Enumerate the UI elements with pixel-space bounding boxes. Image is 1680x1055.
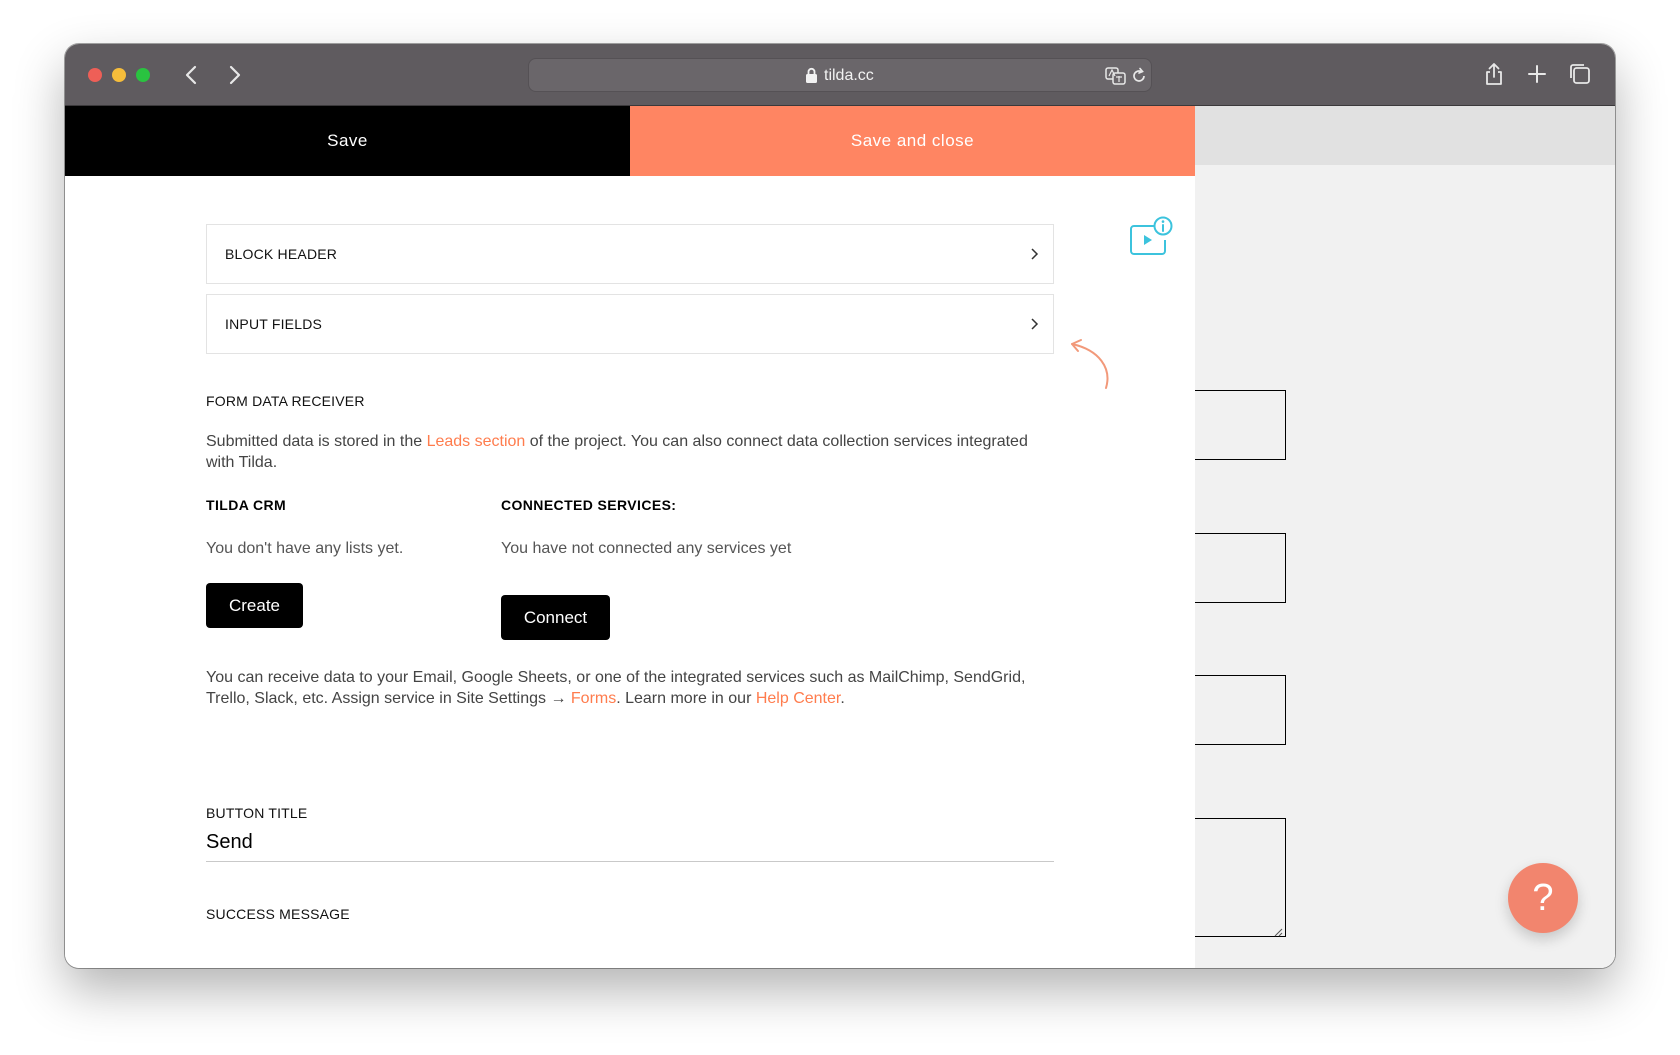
preview-textarea-box [1195,818,1286,937]
new-tab-icon[interactable] [1524,61,1550,87]
block-preview [1195,106,1615,968]
leads-section-link[interactable]: Leads section [427,433,526,450]
services-empty-text: You have not connected any services yet [501,540,792,557]
integration-info-text: You can receive data to your Email, Goog… [206,667,1054,709]
connected-services-label: CONNECTED SERVICES: [501,497,677,513]
close-window-button[interactable] [88,68,102,82]
save-button[interactable]: Save [65,106,630,176]
preview-input-box [1195,390,1286,460]
input-fields-accordion[interactable]: INPUT FIELDS [206,294,1054,354]
crm-empty-text: You don't have any lists yet. [206,540,404,557]
reload-icon[interactable] [1129,66,1149,91]
minimize-window-button[interactable] [112,68,126,82]
browser-toolbar: tilda.cc [65,44,1615,106]
preview-input-box [1195,675,1286,745]
question-mark-icon: ? [1532,876,1554,919]
address-bar[interactable]: tilda.cc [528,58,1152,92]
info-text: . Learn more in our [616,690,756,707]
accordion-label: BLOCK HEADER [225,246,338,262]
forms-link[interactable]: Forms [571,690,616,707]
chevron-right-icon [1029,247,1039,266]
save-bar: Save Save and close [65,106,1195,176]
translate-icon[interactable] [1105,66,1127,91]
success-message-label: SUCCESS MESSAGE [206,906,350,922]
connect-service-button[interactable]: Connect [501,595,610,640]
forward-arrow-icon[interactable] [221,62,247,88]
hint-arrow-icon [1055,316,1115,391]
info-text: . [840,690,845,707]
browser-window: tilda.cc Save Save and close BLOCK HEADE… [65,44,1615,968]
chevron-right-icon [1029,317,1039,336]
help-center-link[interactable]: Help Center [756,690,841,707]
zoom-window-button[interactable] [136,68,150,82]
resize-handle-icon[interactable] [1273,924,1283,937]
page-content: Save Save and close BLOCK HEADER INPUT F… [65,106,1615,968]
tab-overview-icon[interactable] [1567,61,1593,87]
save-and-close-button[interactable]: Save and close [630,106,1195,176]
back-arrow-icon[interactable] [179,62,205,88]
url-text: tilda.cc [824,67,874,84]
description-text: Submitted data is stored in the [206,433,427,450]
help-button[interactable]: ? [1508,863,1578,933]
accordion-label: INPUT FIELDS [225,316,323,332]
button-title-label: BUTTON TITLE [206,805,308,821]
create-list-button[interactable]: Create [206,583,303,628]
tilda-crm-label: TILDA CRM [206,497,287,513]
lock-icon [805,67,818,89]
video-tutorial-icon[interactable] [1129,216,1175,258]
share-icon[interactable] [1481,61,1507,87]
button-title-input[interactable]: Send [206,824,1054,862]
block-header-accordion[interactable]: BLOCK HEADER [206,224,1054,284]
form-data-receiver-label: FORM DATA RECEIVER [206,393,365,409]
preview-header-strip [1195,106,1615,165]
form-data-description: Submitted data is stored in the Leads se… [206,431,1054,473]
preview-input-box [1195,533,1286,603]
